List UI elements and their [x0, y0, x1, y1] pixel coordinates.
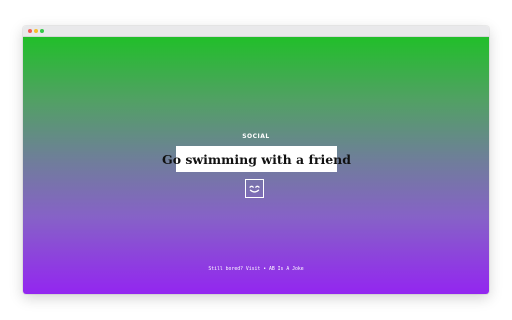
activity-category: SOCIAL [242, 133, 270, 140]
footer-prefix: Still bored? Visit [208, 267, 261, 272]
zoom-window-button[interactable] [40, 29, 44, 33]
minimize-window-button[interactable] [34, 29, 38, 33]
refresh-activity-button[interactable] [245, 179, 264, 198]
title-bar [23, 26, 489, 37]
browser-window: SOCIAL Go swimming with a friend Still b… [23, 26, 489, 294]
activity-text: Go swimming with a friend [162, 151, 351, 167]
activity-card: Go swimming with a friend [162, 146, 351, 172]
page-content: SOCIAL Go swimming with a friend Still b… [23, 37, 489, 294]
smiley-face-icon [249, 185, 260, 193]
footer-separator: • [263, 267, 267, 272]
footer-link[interactable]: AB Is A Joke [269, 267, 304, 272]
close-window-button[interactable] [28, 29, 32, 33]
footer: Still bored? Visit • AB Is A Joke [23, 267, 489, 272]
